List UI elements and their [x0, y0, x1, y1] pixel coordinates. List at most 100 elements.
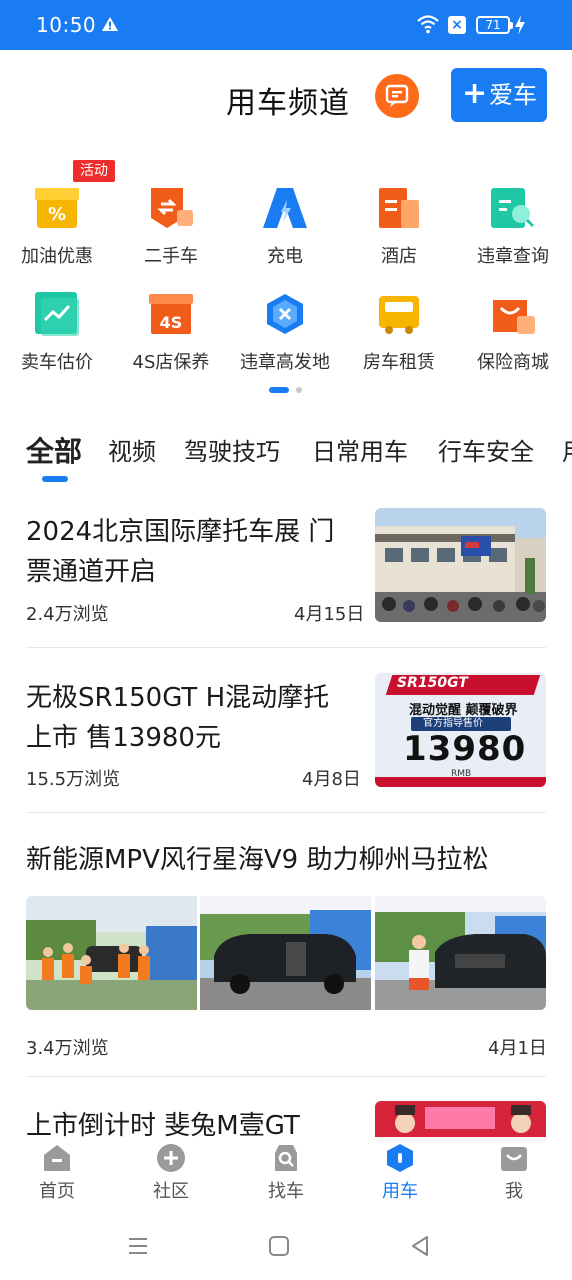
grid-label: 房车租赁 [363, 352, 435, 373]
message-button[interactable] [375, 74, 419, 118]
battery-level: 71 [485, 18, 501, 32]
grid-item-insurance[interactable]: 保险商城 [456, 292, 566, 382]
divider [26, 647, 546, 648]
add-car-label: 爱车 [489, 81, 537, 109]
article-title-line: 无极SR150GT H混动摩托 [26, 683, 330, 713]
grid-label: 充电 [267, 246, 303, 267]
charging-icon [263, 188, 307, 228]
pager-dot-active [269, 387, 289, 393]
article-date: 4月15日 [294, 604, 365, 625]
activity-badge: 活动 [73, 160, 115, 182]
tabbar-label: 我 [505, 1181, 523, 1202]
use-car-icon [387, 1144, 413, 1172]
tab-driving-tips[interactable]: 驾驶技巧 [184, 432, 280, 467]
tab-safety[interactable]: 行车安全 [438, 432, 534, 467]
tab-all[interactable]: 全部 [26, 430, 82, 470]
plus-icon: + [462, 76, 488, 111]
article-views: 2.4万浏览 [26, 604, 109, 625]
system-nav-bar [0, 1212, 572, 1280]
article-title[interactable]: 2024北京国际摩托车展 门 票通道开启 [26, 512, 334, 592]
grid-item-rv[interactable]: 房车租赁 [342, 292, 452, 382]
grid-label: 4S店保养 [132, 352, 210, 373]
tabbar-find-car[interactable]: 找车 [246, 1143, 326, 1203]
tabbar-label: 社区 [153, 1181, 189, 1202]
profile-icon [501, 1147, 527, 1171]
status-bar: 10:50 × 71 [0, 0, 572, 50]
thumb-brand: SR150GT [397, 675, 468, 691]
warning-icon [102, 17, 118, 31]
grid-item-fuel[interactable]: % 加油优惠 [0, 186, 110, 276]
grid-item-charging[interactable]: 充电 [228, 186, 338, 276]
article-title-line: 上市 售13980元 [26, 723, 221, 753]
article-image[interactable] [200, 896, 371, 1010]
violation-hotspot-icon [267, 294, 303, 334]
car-valuation-icon [35, 292, 79, 336]
article-image[interactable] [26, 896, 197, 1010]
grid-item-hotel[interactable]: 酒店 [342, 186, 452, 276]
article-thumbnail[interactable]: SR150GT 混动觉醒 颠覆破界 官方指导售价 13980 RMB [375, 673, 546, 787]
grid-label: 保险商城 [477, 352, 549, 373]
tabbar-label: 用车 [382, 1181, 418, 1202]
grid-item-used-car[interactable]: 二手车 [114, 186, 224, 276]
home-icon [44, 1145, 70, 1171]
grid-label: 卖车估价 [21, 352, 93, 373]
back-icon[interactable] [408, 1234, 432, 1258]
tab-indicator [42, 476, 68, 482]
grid-label: 违章高发地 [240, 352, 330, 373]
charging-bolt-icon [515, 15, 525, 35]
article-title-line: 票通道开启 [26, 557, 157, 587]
article-title[interactable]: 无极SR150GT H混动摩托 上市 售13980元 [26, 678, 329, 758]
article-views: 3.4万浏览 [26, 1038, 109, 1059]
article-views: 15.5万浏览 [26, 769, 121, 790]
menu-icon[interactable] [126, 1234, 150, 1258]
article-date: 4月8日 [302, 769, 361, 790]
article-image[interactable] [375, 896, 546, 1010]
page-title: 用车频道 [226, 86, 350, 121]
tabbar-community[interactable]: 社区 [131, 1143, 211, 1203]
article-thumbnail[interactable] [375, 1101, 546, 1141]
message-icon [385, 84, 409, 107]
tabbar-label: 首页 [39, 1181, 75, 1202]
grid-label: 二手车 [144, 246, 198, 267]
bottom-tab-bar: 首页 社区 找车 用车 我 [0, 1137, 572, 1212]
battery-icon: 71 [476, 16, 513, 34]
grid-label: 加油优惠 [21, 246, 93, 267]
grid-item-valuation[interactable]: 卖车估价 [0, 292, 110, 382]
no-sim-icon: × [448, 16, 466, 34]
tabbar-profile[interactable]: 我 [474, 1143, 554, 1203]
thumb-slogan: 混动觉醒 颠覆破界 [409, 703, 518, 718]
article-thumbnail[interactable] [375, 508, 546, 622]
tabbar-use-car[interactable]: 用车 [360, 1143, 440, 1203]
hotel-icon [379, 188, 419, 228]
tab-video[interactable]: 视频 [108, 432, 156, 467]
tab-partial[interactable]: 用 [562, 432, 572, 467]
divider [26, 812, 546, 813]
used-car-icon [151, 188, 193, 228]
article-title[interactable]: 新能源MPV风行星海V9 助力柳州马拉松 [26, 840, 489, 880]
divider [26, 1076, 546, 1077]
4s-maintenance-icon: 4S [149, 294, 193, 334]
add-car-button[interactable]: + 爱车 [451, 68, 547, 122]
fuel-coupon-icon: % [35, 188, 79, 228]
home-square-icon[interactable] [267, 1234, 291, 1258]
grid-item-4s[interactable]: 4S 4S店保养 [114, 292, 224, 382]
wifi-icon [417, 15, 439, 34]
status-time: 10:50 [36, 13, 97, 37]
grid-label: 违章查询 [477, 246, 549, 267]
svg-text:4S: 4S [160, 313, 183, 332]
tabbar-home[interactable]: 首页 [17, 1143, 97, 1203]
tab-daily-use[interactable]: 日常用车 [312, 432, 408, 467]
article-title-line: 2024北京国际摩托车展 门 [26, 517, 335, 547]
tabbar-label: 找车 [268, 1181, 304, 1202]
pager-dot [296, 387, 302, 393]
find-car-icon [275, 1145, 297, 1171]
rv-rental-icon [379, 296, 419, 334]
svg-text:%: % [48, 204, 66, 225]
article-date: 4月1日 [488, 1038, 547, 1059]
insurance-mall-icon [493, 300, 535, 334]
grid-label: 酒店 [381, 246, 417, 267]
grid-item-hotspot[interactable]: 违章高发地 [228, 292, 338, 382]
thumb-price: 13980 [403, 729, 527, 769]
grid-item-violation[interactable]: 违章查询 [456, 186, 566, 276]
community-icon [157, 1144, 185, 1172]
